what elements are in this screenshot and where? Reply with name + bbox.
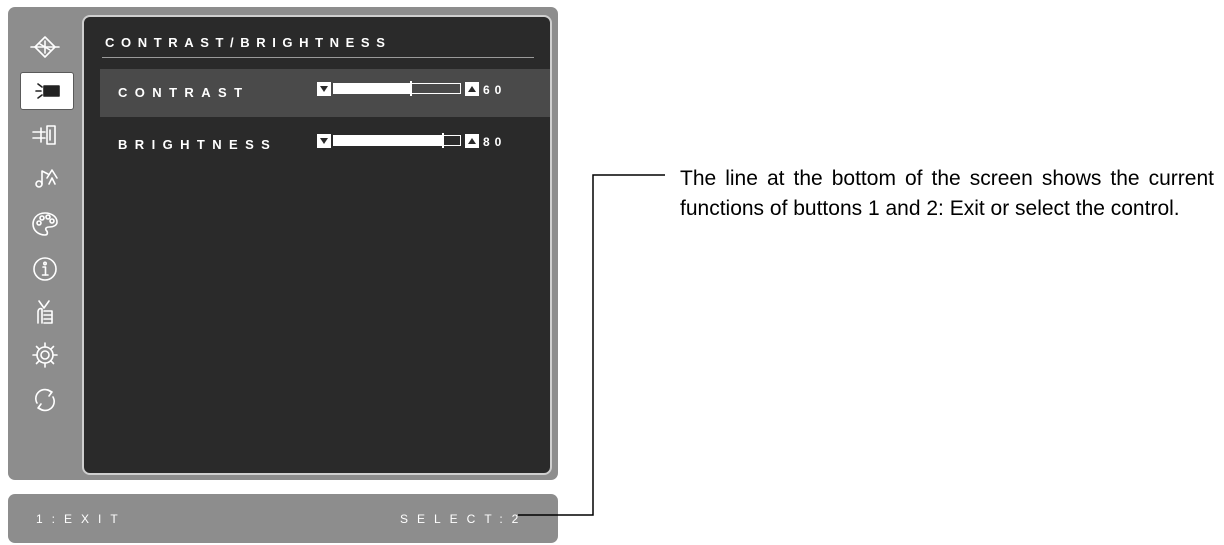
button2-function: SELECT:2 (400, 512, 528, 526)
osd-main-panel: CONTRAST/BRIGHTNESS CONTRAST 60 BRIGHTNE… (8, 7, 558, 480)
osd-content-area: CONTRAST/BRIGHTNESS CONTRAST 60 BRIGHTNE… (82, 15, 552, 475)
decrease-arrow-icon[interactable] (317, 134, 331, 148)
contrast-fill (334, 84, 410, 93)
information-icon[interactable] (22, 251, 68, 287)
osd-sidebar (8, 7, 86, 480)
button1-function: 1:EXIT (36, 512, 127, 526)
brightness-label: BRIGHTNESS (118, 137, 278, 152)
color-adjust-icon[interactable] (22, 206, 68, 242)
contrast-row[interactable]: CONTRAST 60 (100, 69, 550, 117)
contrast-brightness-icon[interactable] (20, 72, 74, 110)
audio-adjust-icon[interactable] (22, 161, 68, 197)
button-status-bar: 1:EXIT SELECT:2 (8, 494, 558, 543)
decrease-arrow-icon[interactable] (317, 82, 331, 96)
setup-menu-icon[interactable] (22, 337, 68, 373)
brightness-value: 80 (483, 135, 507, 149)
contrast-track (333, 81, 461, 96)
callout-text: The line at the bottom of the screen sho… (680, 167, 1214, 220)
contrast-value: 60 (483, 83, 507, 97)
auto-image-adjust-icon[interactable] (22, 29, 68, 65)
title-divider (102, 57, 534, 58)
memory-recall-icon[interactable] (22, 382, 68, 418)
brightness-slider[interactable] (317, 133, 479, 148)
increase-arrow-icon[interactable] (465, 134, 479, 148)
brightness-track (333, 133, 461, 148)
menu-title: CONTRAST/BRIGHTNESS (105, 35, 392, 50)
brightness-fill (334, 136, 443, 145)
input-select-icon[interactable] (22, 117, 68, 153)
brightness-row[interactable]: BRIGHTNESS 80 (100, 121, 550, 169)
contrast-label: CONTRAST (118, 85, 250, 100)
contrast-thumb[interactable] (410, 81, 412, 96)
contrast-slider[interactable] (317, 81, 479, 96)
increase-arrow-icon[interactable] (465, 82, 479, 96)
manual-image-adjust-icon[interactable] (22, 294, 68, 330)
brightness-thumb[interactable] (442, 133, 444, 148)
